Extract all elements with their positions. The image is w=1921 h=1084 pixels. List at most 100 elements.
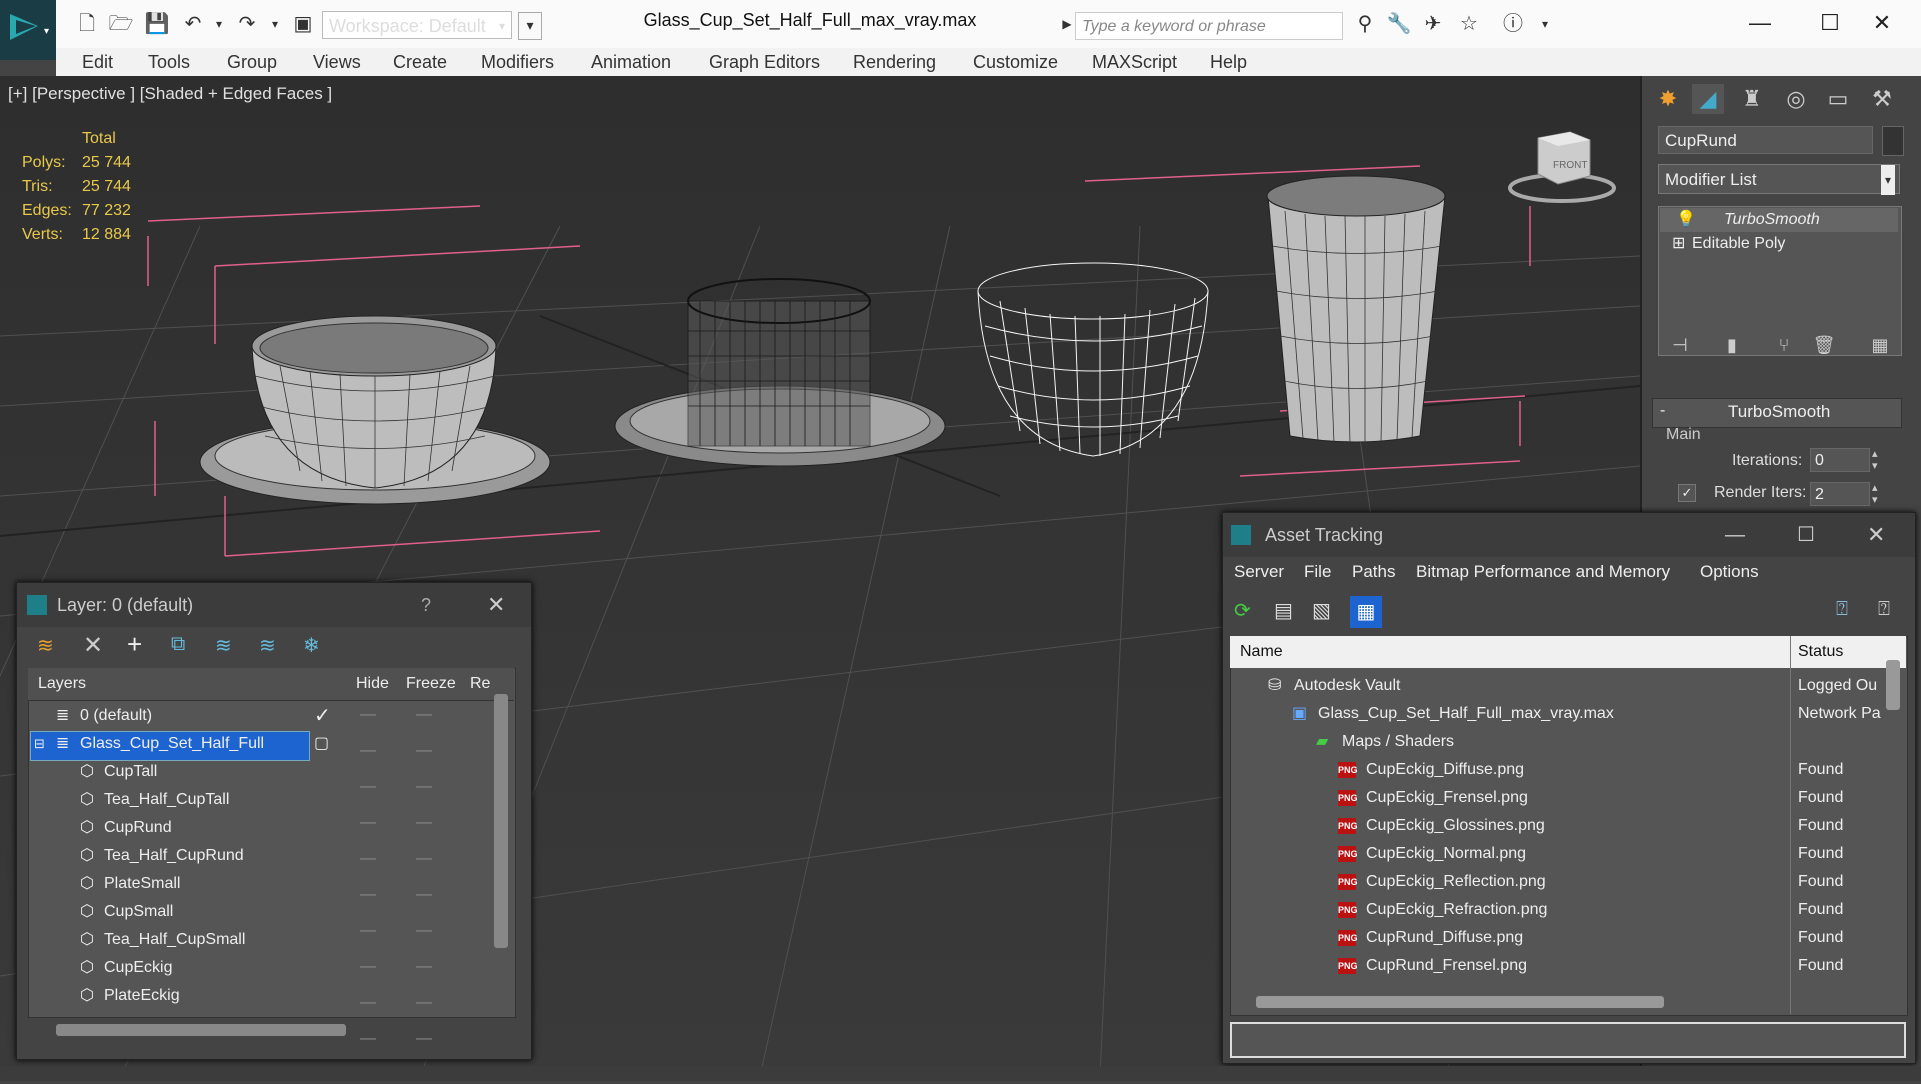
asset-menu-bitmap-performance[interactable]: Bitmap Performance and Memory [1416,558,1670,586]
asset-menu-file[interactable]: File [1304,558,1331,586]
redo-icon[interactable]: ↷ [234,12,260,36]
make-unique-icon[interactable]: ⑂ [1768,330,1800,360]
asset-menu-options[interactable]: Options [1700,558,1759,586]
thumbnail-view-icon[interactable]: ▧ [1312,598,1331,623]
layer-object-name[interactable]: CupTall [104,758,157,786]
pin-stack-icon[interactable]: ⊣ [1664,330,1696,360]
asset-table-hscrollbar[interactable] [1256,996,1664,1008]
modifier-list-dropdown[interactable]: Modifier List ▾ [1658,164,1900,195]
asset-menu-paths[interactable]: Paths [1352,558,1395,586]
asset-table-vscrollbar[interactable] [1886,660,1900,710]
render-iters-spinner[interactable]: 2 [1810,482,1870,506]
favorites-star-icon[interactable]: ☆ [1456,12,1482,36]
layer-object-name[interactable]: Tea_Half_CupTall [104,786,229,814]
modify-tab-icon[interactable]: ◢ [1692,84,1724,114]
menu-views[interactable]: Views [313,48,361,76]
asset-name[interactable]: CupEckig_Glossines.png [1366,812,1545,840]
table-view-icon[interactable]: ▦ [1350,596,1382,628]
undo-dropdown-icon[interactable]: ▾ [206,12,232,36]
menu-customize[interactable]: Customize [973,48,1058,76]
undo-icon[interactable]: ↶ [180,12,206,36]
lightbulb-icon[interactable]: 💡 [1676,208,1696,232]
column-divider[interactable] [1790,636,1791,1014]
display-tab-icon[interactable]: ▭ [1822,84,1854,114]
asset-name[interactable]: CupEckig_Refraction.png [1366,896,1547,924]
maximize-icon[interactable]: ☐ [1797,513,1815,557]
asset-name[interactable]: Maps / Shaders [1342,728,1454,756]
layer-object-name[interactable]: PlateSmall [104,870,180,898]
asset-name[interactable]: Autodesk Vault [1294,672,1400,700]
collapse-minus-icon[interactable]: - [1660,402,1665,420]
search-input[interactable]: Type a keyword or phrase [1075,12,1343,40]
layer-dialog-titlebar[interactable]: Layer: 0 (default) ? ✕ [17,583,531,627]
binoculars-icon[interactable]: ⚲ [1352,12,1378,36]
iterations-spinner[interactable]: 0 [1810,448,1870,472]
maximize-icon[interactable]: ☐ [1810,6,1850,40]
cup-tall-mesh[interactable] [1266,175,1446,445]
help-icon[interactable]: ⍰ [1878,598,1890,621]
asset-name[interactable]: CupEckig_Diffuse.png [1366,756,1524,784]
layer-list-vscrollbar[interactable] [494,694,508,948]
layer-object-name[interactable]: PlateEckig [104,982,180,1010]
asset-name[interactable]: CupRund_Frensel.png [1366,952,1527,980]
asset-dialog-titlebar[interactable]: Asset Tracking — ☐ ✕ [1223,513,1915,557]
workspace-menu-icon[interactable]: ▾ [518,12,542,40]
workspace-dropdown[interactable]: Workspace: Default ▾ [322,11,512,39]
stack-item-turbosmooth[interactable]: TurboSmooth [1724,208,1820,232]
render-iters-checkbox[interactable]: ✓ [1678,484,1696,502]
close-icon[interactable]: ✕ [1867,513,1885,557]
object-color-swatch[interactable] [1882,126,1904,156]
minimize-icon[interactable]: — [1725,513,1745,557]
cup-rund-mesh[interactable] [199,315,551,505]
help-icon[interactable]: ⓘ [1500,12,1526,36]
active-layer-check-icon[interactable]: ✓ [314,702,331,730]
object-name-field[interactable]: CupRund [1658,126,1873,154]
viewport-label[interactable]: [+] [Perspective ] [Shaded + Edged Faces… [8,84,332,104]
menu-help[interactable]: Help [1210,48,1247,76]
menu-group[interactable]: Group [227,48,277,76]
column-status[interactable]: Status [1798,638,1843,666]
layer-object-name[interactable]: CupEckig [104,954,172,982]
asset-name[interactable]: Glass_Cup_Set_Half_Full_max_vray.max [1318,700,1614,728]
asset-path-field[interactable] [1230,1022,1906,1058]
collapse-minus-icon[interactable]: ⊟ [34,730,45,758]
open-file-icon[interactable]: 🗁 [108,12,134,36]
layer-object-name[interactable]: CupRund [104,814,172,842]
refresh-icon[interactable]: ⟳ [1234,598,1251,623]
layer-list-hscrollbar[interactable] [56,1024,346,1036]
list-view-icon[interactable]: ▤ [1274,598,1293,623]
help-icon[interactable]: ? [421,583,431,627]
menu-maxscript[interactable]: MAXScript [1092,48,1177,76]
menu-animation[interactable]: Animation [591,48,671,76]
layer-name[interactable]: Glass_Cup_Set_Half_Full [80,730,264,758]
column-render[interactable]: Re [470,670,490,698]
project-folder-icon[interactable]: ▣ [290,12,316,36]
asset-menu-server[interactable]: Server [1234,558,1284,586]
menu-modifiers[interactable]: Modifiers [481,48,554,76]
vault-help-icon[interactable]: ⍰ [1836,598,1848,621]
menu-create[interactable]: Create [393,48,447,76]
asset-name[interactable]: CupEckig_Frensel.png [1366,784,1528,812]
select-objects-icon[interactable]: ⧉ [171,633,185,656]
new-file-icon[interactable]: 🗋 [74,12,100,36]
save-file-icon[interactable]: 💾 [144,12,170,36]
utilities-tab-icon[interactable]: ⚒ [1866,84,1898,114]
column-name[interactable]: Name [1240,638,1283,666]
spinner-arrows-icon[interactable]: ▴ ▾ [1872,448,1878,472]
hierarchy-tab-icon[interactable]: ♜ [1736,84,1768,114]
asset-name[interactable]: CupEckig_Reflection.png [1366,868,1546,896]
asset-name[interactable]: CupRund_Diffuse.png [1366,924,1523,952]
asset-name[interactable]: CupEckig_Normal.png [1366,840,1526,868]
configure-sets-icon[interactable]: ▦ [1864,330,1896,360]
delete-layer-icon[interactable]: ✕ [83,631,103,660]
expand-plus-icon[interactable]: ⊞ [1672,232,1685,256]
close-icon[interactable]: ✕ [487,583,505,627]
tools-icon[interactable]: 🔧 [1386,12,1412,36]
column-layers[interactable]: Layers [38,670,86,698]
hide-all-layers-icon[interactable]: ≋ [259,633,276,658]
freeze-toggle-column[interactable]: ——————————— [416,706,432,1084]
layer-object-name[interactable]: CupSmall [104,898,173,926]
column-hide[interactable]: Hide [356,670,389,698]
add-to-layer-icon[interactable]: + [127,629,142,660]
stack-item-editable-poly[interactable]: Editable Poly [1692,232,1785,256]
